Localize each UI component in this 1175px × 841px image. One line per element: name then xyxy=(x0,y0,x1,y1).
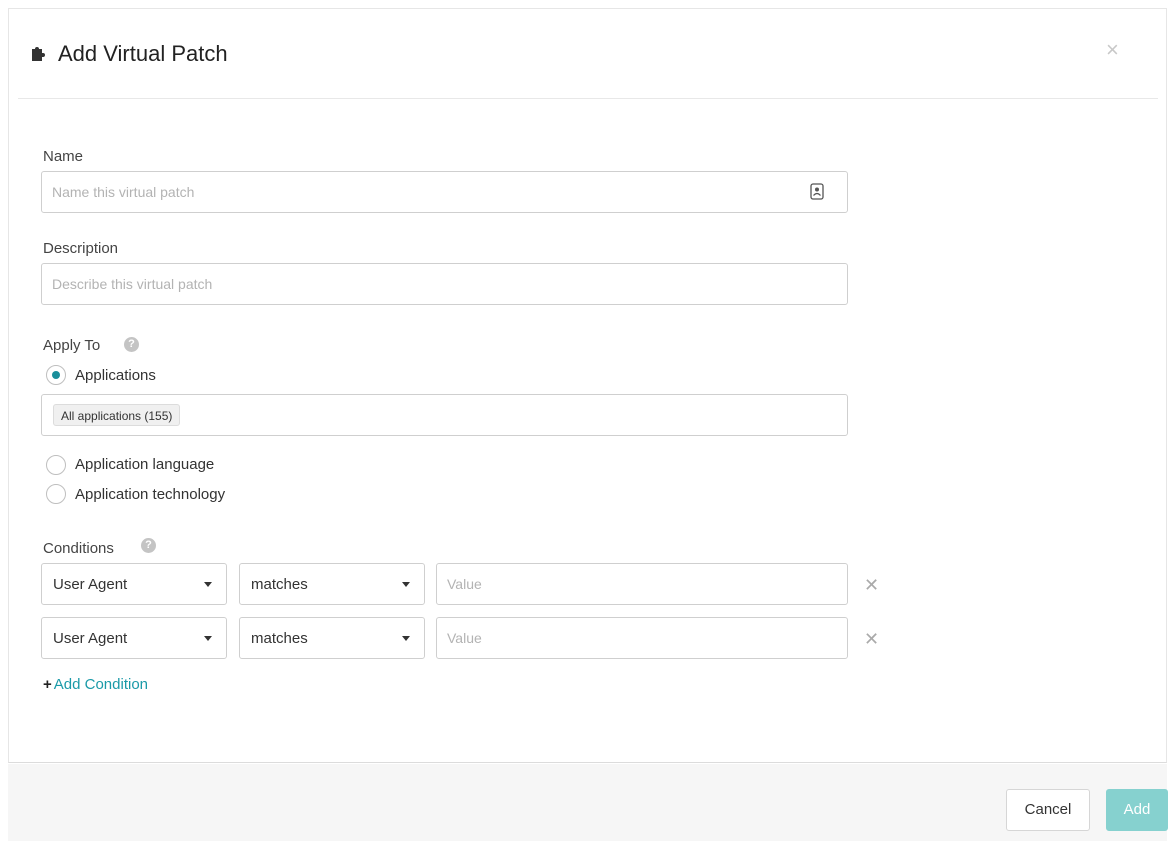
condition-operator-select[interactable]: matches xyxy=(239,617,425,659)
apply-to-help-icon[interactable]: ? xyxy=(124,337,139,352)
description-label: Description xyxy=(43,240,119,257)
radio-application-language-label[interactable]: Application language xyxy=(75,456,214,473)
condition-operator-value: matches xyxy=(251,576,308,593)
condition-value-input[interactable] xyxy=(436,617,848,659)
remove-condition-icon[interactable]: ✕ xyxy=(864,630,879,648)
apply-to-label: Apply To xyxy=(43,337,101,354)
radio-application-technology[interactable] xyxy=(46,484,66,504)
cancel-button[interactable]: Cancel xyxy=(1006,789,1090,831)
condition-operator-value: matches xyxy=(251,630,308,647)
remove-condition-icon[interactable]: ✕ xyxy=(864,576,879,594)
condition-field-select[interactable]: User Agent xyxy=(41,563,227,605)
condition-value-input[interactable] xyxy=(436,563,848,605)
radio-applications-label[interactable]: Applications xyxy=(75,367,156,384)
dialog-title: Add Virtual Patch xyxy=(58,41,228,66)
chevron-down-icon xyxy=(402,636,410,641)
chevron-down-icon xyxy=(402,582,410,587)
dialog-footer xyxy=(8,764,1167,841)
name-label: Name xyxy=(43,148,84,165)
radio-application-technology-label[interactable]: Application technology xyxy=(75,486,225,503)
applications-tag[interactable]: All applications (155) xyxy=(53,404,181,426)
add-button[interactable]: Add xyxy=(1106,789,1168,831)
applications-select[interactable]: All applications (155) xyxy=(41,394,848,436)
plus-icon: + xyxy=(43,676,52,693)
conditions-label: Conditions xyxy=(43,540,114,557)
add-condition-label: Add Condition xyxy=(53,676,148,693)
contact-card-icon[interactable] xyxy=(810,183,824,200)
name-input[interactable] xyxy=(41,171,848,213)
radio-application-language[interactable] xyxy=(46,455,66,475)
chevron-down-icon xyxy=(204,582,212,587)
condition-field-value: User Agent xyxy=(53,576,128,593)
close-icon[interactable]: × xyxy=(1106,39,1119,61)
condition-operator-select[interactable]: matches xyxy=(239,563,425,605)
condition-field-select[interactable]: User Agent xyxy=(41,617,227,659)
chevron-down-icon xyxy=(204,636,212,641)
description-input[interactable] xyxy=(41,263,848,305)
condition-field-value: User Agent xyxy=(53,630,128,647)
radio-applications[interactable] xyxy=(46,365,66,385)
add-condition-link[interactable]: + Add Condition xyxy=(43,676,148,693)
puzzle-piece-icon xyxy=(32,47,45,61)
conditions-help-icon[interactable]: ? xyxy=(141,538,156,553)
